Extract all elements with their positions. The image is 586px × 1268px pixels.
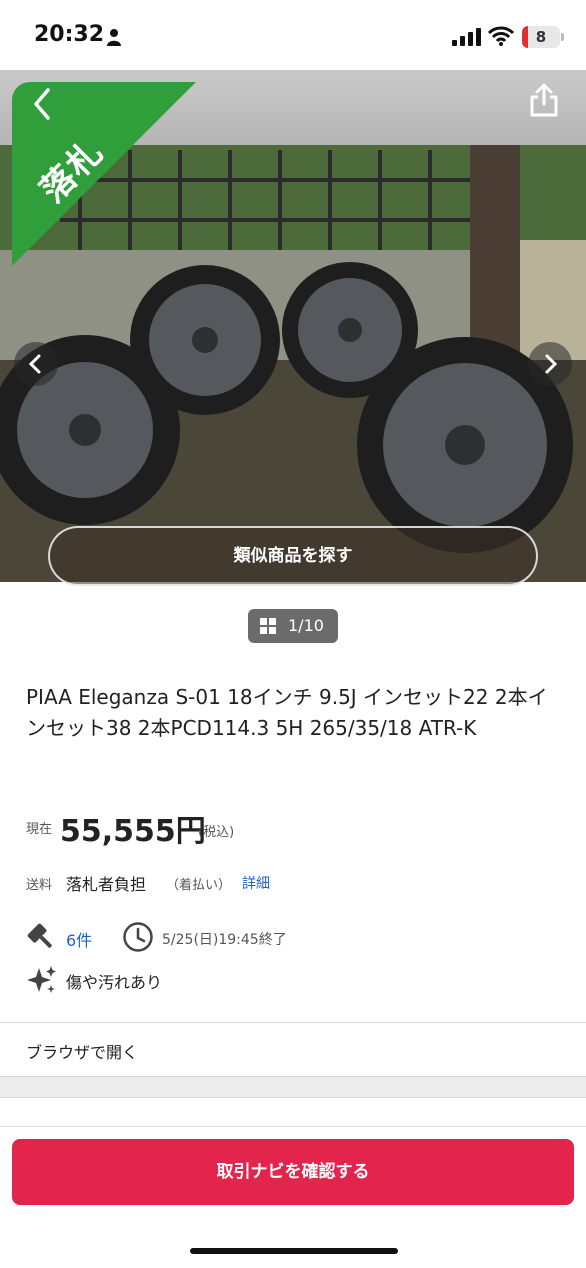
chevron-left-icon — [28, 354, 41, 374]
bid-count[interactable]: 6件 — [66, 927, 92, 951]
next-image-button[interactable] — [528, 342, 572, 386]
shipping-value: 落札者負担 — [66, 875, 147, 894]
shipping-note: （着払い） — [166, 878, 232, 893]
end-time: 5/25(日)19:45終了 — [162, 932, 287, 948]
home-indicator[interactable] — [190, 1248, 398, 1254]
item-title: PIAA Eleganza S-01 18インチ 9.5J インセット22 2本… — [26, 685, 548, 740]
person-icon — [107, 29, 121, 46]
find-similar-button[interactable]: 類似商品を探す — [48, 526, 538, 586]
status-bar: 20:32 8 — [0, 0, 586, 72]
image-counter[interactable]: 1/10 — [248, 609, 338, 643]
price-label: 現在 — [26, 822, 53, 837]
image-counter-text: 1/10 — [288, 616, 324, 635]
wifi-icon — [488, 26, 514, 46]
current-price: 55,555円 — [60, 814, 206, 849]
signal-icon — [452, 28, 481, 46]
tax-note: (税込) — [198, 825, 235, 840]
clock-icon — [123, 922, 153, 952]
divider — [0, 1126, 586, 1127]
shipping-label: 送料 — [26, 878, 53, 893]
back-chevron-icon[interactable] — [28, 86, 58, 122]
open-in-browser-link[interactable]: ブラウザで開く — [26, 1039, 138, 1063]
chevron-right-icon — [545, 354, 558, 374]
share-icon[interactable] — [528, 82, 560, 118]
grid-icon — [260, 618, 276, 634]
item-condition: 傷や汚れあり — [66, 973, 163, 992]
shipping-detail-link[interactable]: 詳細 — [242, 873, 270, 893]
battery-level: 8 — [535, 28, 547, 46]
check-transaction-navi-button[interactable]: 取引ナビを確認する — [12, 1139, 574, 1205]
divider — [0, 1022, 586, 1023]
section-separator — [0, 1076, 586, 1098]
sparkle-icon — [27, 966, 56, 993]
prev-image-button[interactable] — [14, 342, 58, 386]
status-time: 20:32 — [34, 22, 105, 47]
gavel-icon — [27, 923, 52, 948]
battery-indicator: 8 — [522, 26, 564, 48]
product-image-carousel[interactable]: 落札 — [0, 70, 586, 582]
